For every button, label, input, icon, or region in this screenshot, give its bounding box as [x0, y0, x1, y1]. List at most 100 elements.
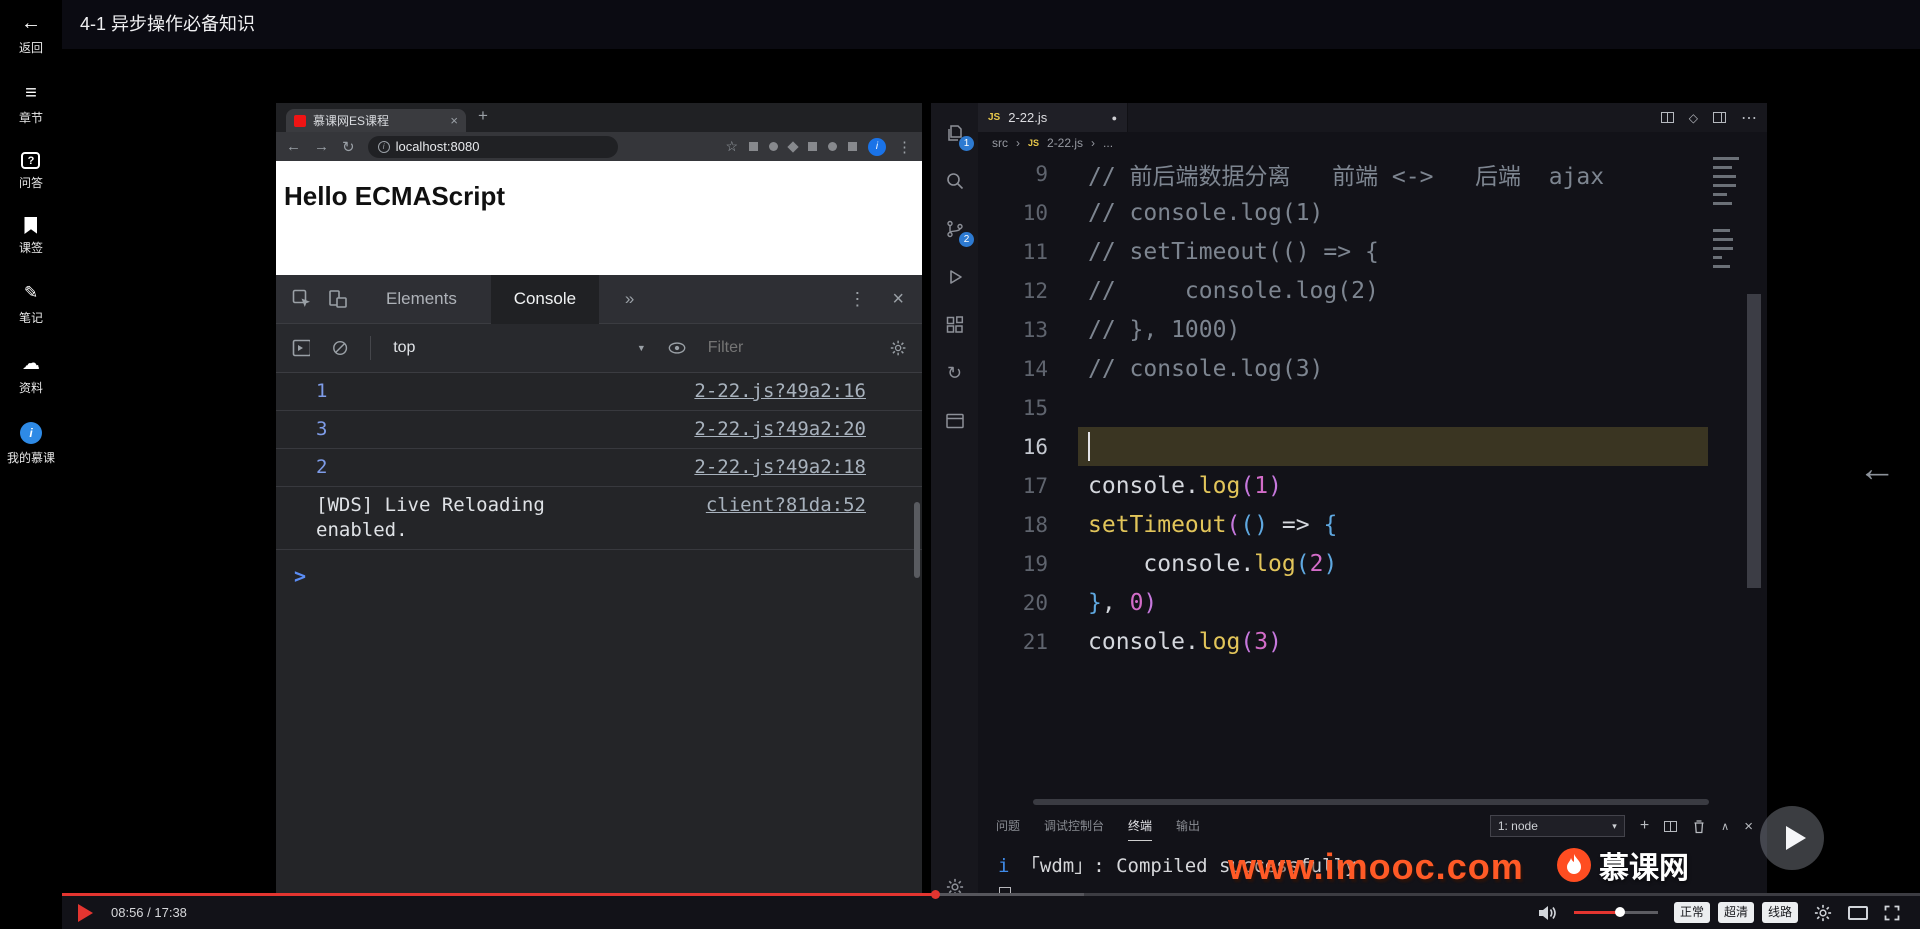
play-button[interactable] — [78, 903, 93, 922]
volume-icon[interactable] — [1538, 905, 1558, 921]
panel-tab[interactable]: 输出 — [1176, 811, 1200, 841]
reload-icon[interactable]: ↻ — [342, 138, 355, 156]
search-icon[interactable] — [931, 161, 978, 201]
eye-icon[interactable] — [668, 341, 686, 355]
bookmark-star-icon[interactable]: ☆ — [725, 138, 738, 155]
code-line[interactable]: 16 — [978, 427, 1709, 466]
settings-gear-icon[interactable] — [890, 339, 906, 357]
collapse-panel-arrow[interactable]: ← — [1858, 448, 1896, 491]
extension-icon[interactable] — [769, 142, 778, 151]
minimap[interactable] — [1713, 157, 1741, 274]
devtools-menu-icon[interactable]: ⋮ — [848, 289, 866, 310]
inspect-icon[interactable] — [292, 289, 312, 309]
panel-tab[interactable]: 终端 — [1128, 811, 1153, 841]
extension-icon[interactable] — [787, 140, 799, 153]
tab-console[interactable]: Console — [490, 274, 599, 324]
editor-tab[interactable]: JS 2-22.js ● — [978, 103, 1128, 132]
volume-slider[interactable] — [1573, 907, 1658, 917]
quality-button[interactable]: 线路 — [1761, 902, 1798, 923]
console-source-link[interactable]: 2-22.js?49a2:20 — [694, 417, 866, 442]
split-terminal-icon[interactable] — [1664, 820, 1678, 832]
fullscreen-icon[interactable] — [1884, 905, 1900, 921]
site-info-icon[interactable]: i — [377, 140, 390, 153]
console-source-link[interactable]: client?81da:52 — [706, 493, 866, 518]
panel-tab[interactable]: 调试控制台 — [1044, 811, 1104, 841]
sidebar-item-chapters[interactable]: 章节 — [19, 82, 43, 126]
code-line[interactable]: 15 — [978, 388, 1709, 427]
console-prompt[interactable]: > — [276, 550, 922, 588]
quality-button[interactable]: 超清 — [1717, 902, 1754, 923]
run-file-icon[interactable]: ◇ — [1689, 111, 1698, 125]
maximize-panel-icon[interactable]: ∧ — [1721, 820, 1729, 833]
remote-sync-icon[interactable]: ↻ — [931, 353, 978, 393]
code-line[interactable]: 17 console.log(1) — [978, 466, 1709, 505]
sidebar-item-back[interactable]: 返回 — [19, 12, 43, 56]
sidebar-item-materials[interactable]: 资料 — [19, 352, 43, 396]
breadcrumb-more[interactable]: ... — [1103, 136, 1113, 150]
console-source-link[interactable]: 2-22.js?49a2:18 — [694, 455, 866, 480]
close-panel-icon[interactable]: × — [1744, 818, 1753, 835]
code-line[interactable]: 19 console.log(2) — [978, 544, 1709, 583]
split-editor-icon[interactable] — [1660, 112, 1674, 123]
breadcrumb-folder[interactable]: src — [992, 136, 1008, 150]
profile-avatar[interactable]: i — [868, 137, 886, 156]
device-toolbar-icon[interactable] — [328, 289, 348, 309]
context-selector[interactable]: top ▼ — [393, 339, 646, 357]
browser-tab[interactable]: 慕课网ES课程 × — [286, 109, 466, 132]
console-source-link[interactable]: 2-22.js?49a2:16 — [694, 379, 866, 404]
devtools-close-icon[interactable]: × — [892, 288, 904, 311]
filter-input[interactable] — [707, 339, 868, 357]
live-preview-icon[interactable] — [931, 401, 978, 441]
terminal-selector[interactable]: 1: node ▾ — [1489, 815, 1625, 837]
volume-knob[interactable] — [1615, 907, 1626, 917]
code-line[interactable]: 10 // console.log(1) — [978, 193, 1709, 232]
kill-terminal-icon[interactable] — [1692, 819, 1706, 834]
more-tabs-icon[interactable]: » — [625, 289, 634, 309]
theater-mode-icon[interactable] — [1848, 905, 1868, 920]
browser-menu-icon[interactable]: ⋮ — [897, 138, 912, 156]
code-line[interactable]: 11 // setTimeout(() => { — [978, 232, 1709, 271]
floating-play-button[interactable] — [1760, 806, 1824, 870]
address-bar[interactable]: i localhost:8080 — [367, 135, 618, 158]
quality-button[interactable]: 正常 — [1673, 902, 1710, 923]
new-tab-button[interactable]: + — [478, 106, 488, 126]
new-terminal-icon[interactable]: + — [1640, 817, 1649, 835]
sidebar-item-notes[interactable]: 笔记 — [19, 282, 43, 326]
sidebar-item-qa[interactable]: ? 问答 — [19, 152, 43, 191]
code-line[interactable]: 12 // console.log(2) — [978, 271, 1709, 310]
code-line[interactable]: 20}, 0) — [978, 583, 1709, 622]
settings-gear-icon[interactable] — [1814, 904, 1832, 922]
editor-hscrollbar[interactable] — [1033, 799, 1709, 805]
run-debug-icon[interactable] — [931, 257, 978, 297]
code-line[interactable]: 9 // 前后端数据分离 前端 <-> 后端 ajax — [978, 154, 1709, 193]
clear-console-icon[interactable] — [332, 339, 348, 357]
more-actions-icon[interactable]: ⋯ — [1741, 108, 1757, 128]
forward-icon[interactable]: → — [314, 138, 329, 155]
console-sidebar-icon[interactable] — [292, 339, 311, 357]
layout-icon[interactable] — [1713, 112, 1726, 123]
breadcrumb[interactable]: src › JS 2-22.js › ... — [978, 132, 1113, 154]
extension-icon[interactable] — [828, 142, 837, 151]
extension-icon[interactable] — [749, 142, 758, 151]
scrollbar-thumb[interactable] — [1747, 294, 1761, 588]
breadcrumb-file[interactable]: 2-22.js — [1047, 136, 1083, 150]
extension-icon[interactable] — [848, 142, 857, 151]
tab-close-icon[interactable]: × — [450, 113, 458, 128]
code-line[interactable]: 21 console.log(3) — [978, 622, 1709, 661]
code-line[interactable]: 18 setTimeout(() => { — [978, 505, 1709, 544]
code-line[interactable]: 13 // }, 1000) — [978, 310, 1709, 349]
extension-icon[interactable] — [808, 142, 817, 151]
tab-elements[interactable]: Elements — [386, 289, 457, 309]
back-icon[interactable]: ← — [286, 138, 301, 155]
code-line[interactable]: 14 // console.log(3) — [978, 349, 1709, 388]
sidebar-item-bookmark[interactable]: 课签 — [19, 217, 43, 256]
unsaved-dot-icon[interactable]: ● — [1112, 113, 1117, 123]
extensions-icon[interactable] — [931, 305, 978, 345]
devtools-scrollbar[interactable] — [914, 502, 920, 578]
source-control-icon[interactable]: 2 — [931, 209, 978, 249]
video-stage[interactable]: 慕课网ES课程 × + ← → ↻ i localhost:8080 ☆ i ⋮… — [62, 49, 1920, 929]
explorer-icon[interactable]: 1 — [931, 113, 978, 153]
editor-scrollbar[interactable] — [1747, 154, 1761, 811]
sidebar-item-mycourse[interactable]: i 我的慕课 — [7, 422, 55, 466]
panel-tab[interactable]: 问题 — [996, 811, 1020, 841]
